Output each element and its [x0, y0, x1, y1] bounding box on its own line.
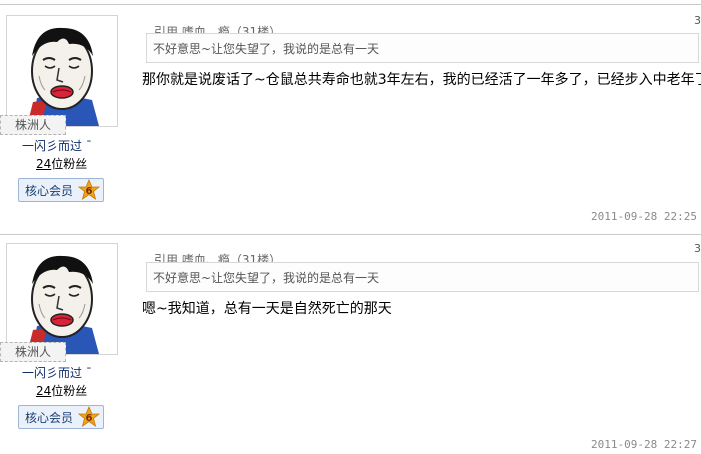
star-level-icon: 6 [77, 405, 101, 432]
meme-face-avatar-icon [7, 244, 117, 354]
member-label: 核心会员 [25, 184, 74, 198]
member-level: 6 [86, 186, 93, 197]
quote-text: 不好意思~让您失望了，我说的是总有一天 [153, 42, 380, 56]
post-time: 2011-09-28 22:25 [591, 210, 697, 223]
user-avatar[interactable] [6, 15, 118, 127]
member-badge[interactable]: 核心会员 6 [18, 178, 104, 202]
location-tag: 株洲人 [0, 342, 66, 362]
post-1: 株洲人 一闪彡而过 ˉ 24位粉丝 核心会员 6 引用 嗜血、瘾（31楼） 不好… [0, 0, 701, 226]
fans-suffix: 位粉丝 [51, 157, 88, 171]
floor-number: 3 [694, 242, 701, 255]
fans-count[interactable]: 24位粉丝 [36, 382, 87, 399]
fans-number[interactable]: 24 [36, 384, 51, 398]
post-divider [0, 4, 701, 5]
location-tag: 株洲人 [0, 115, 66, 135]
floor-number: 3 [694, 14, 701, 27]
quote-box: 不好意思~让您失望了，我说的是总有一天 [146, 33, 699, 63]
post-content: 那你就是说废话了~仓鼠总共寿命也就3年左右，我的已经活了一年多了，已经步入中老年… [142, 72, 701, 88]
username-link[interactable]: 一闪彡而过 ˉ [22, 137, 102, 154]
fans-number[interactable]: 24 [36, 157, 51, 171]
meme-face-avatar-icon [7, 16, 117, 126]
post-divider [0, 234, 701, 235]
user-avatar[interactable] [6, 243, 118, 355]
star-level-icon: 6 [77, 178, 101, 205]
fans-count[interactable]: 24位粉丝 [36, 155, 87, 172]
fans-suffix: 位粉丝 [51, 384, 88, 398]
username-link[interactable]: 一闪彡而过 ˉ [22, 364, 102, 381]
member-badge[interactable]: 核心会员 6 [18, 405, 104, 429]
post-2: 株洲人 一闪彡而过 ˉ 24位粉丝 核心会员 6 引用 嗜血、瘾（31楼） 不好… [0, 228, 701, 454]
quote-text: 不好意思~让您失望了，我说的是总有一天 [153, 271, 380, 285]
member-label: 核心会员 [25, 411, 74, 425]
quote-box: 不好意思~让您失望了，我说的是总有一天 [146, 262, 699, 292]
member-level: 6 [86, 413, 93, 424]
post-time: 2011-09-28 22:27 [591, 438, 697, 451]
post-content: 嗯~我知道，总有一天是自然死亡的那天 [142, 301, 392, 317]
